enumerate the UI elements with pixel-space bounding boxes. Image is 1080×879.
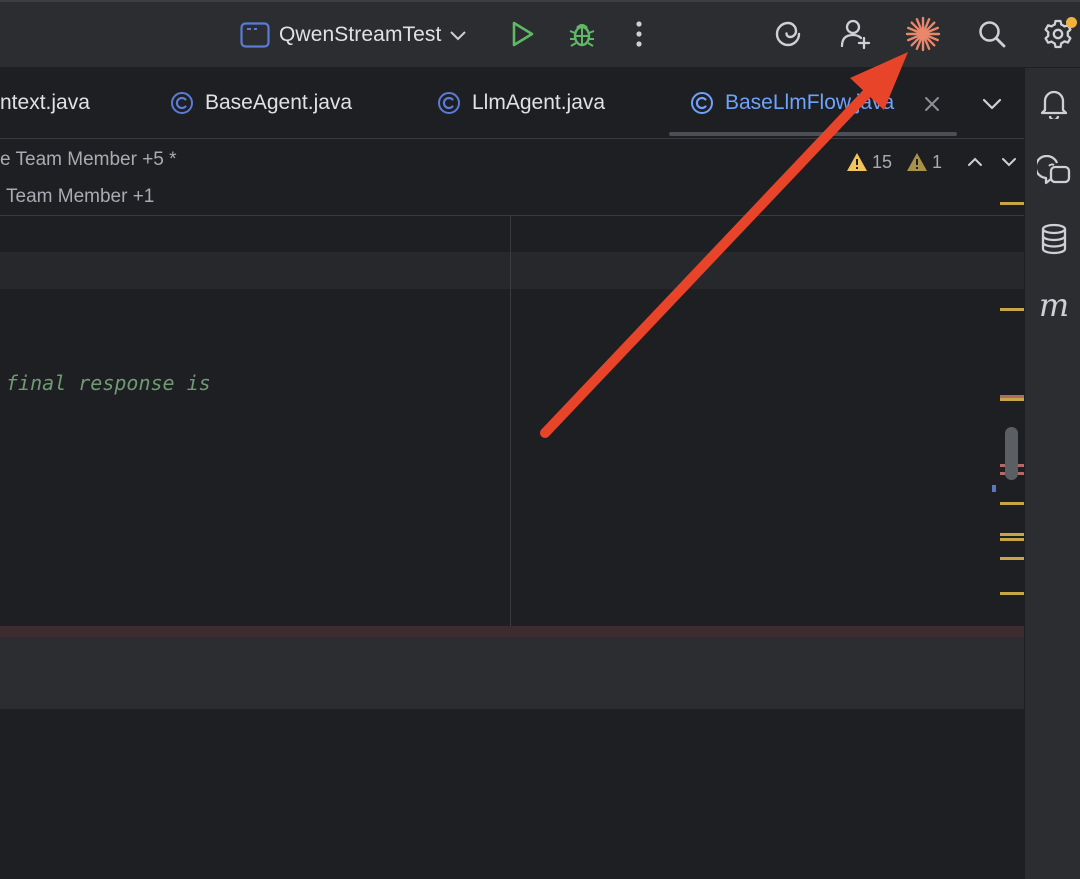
editor-scrollbar-thumb[interactable] [1005, 427, 1018, 480]
close-tab-button[interactable] [918, 90, 946, 118]
right-margin-guide [510, 216, 511, 637]
search-icon [979, 21, 1006, 48]
toolbar-top-border [0, 0, 1080, 2]
chat-icon [1037, 155, 1071, 185]
close-icon [925, 97, 939, 111]
sparkle-icon [905, 16, 941, 52]
ai-spark-button[interactable] [903, 14, 943, 54]
highlighted-line [0, 252, 1024, 289]
run-config-window-icon [240, 22, 270, 48]
tab-base-llm-flow-java[interactable]: BaseLlmFlow.java [690, 68, 894, 138]
warnings-count: 15 [872, 151, 893, 172]
chevron-up-icon[interactable] [964, 151, 986, 173]
notifications-button[interactable] [1037, 86, 1071, 120]
error-highlighted-line [0, 626, 1024, 637]
tab-llm-agent-java[interactable]: LlmAgent.java [437, 68, 605, 138]
code-editor[interactable]: e Team Member +5 * Team Member +1 15 1 f… [0, 139, 1024, 879]
editor-tab-strip: ntext.java BaseAgent.java LlmAgent.java … [0, 68, 1024, 139]
ai-chat-button[interactable] [1037, 154, 1071, 188]
tabs-dropdown-button[interactable] [978, 90, 1006, 118]
tab-base-agent-java[interactable]: BaseAgent.java [170, 68, 352, 138]
search-button[interactable] [972, 14, 1012, 54]
add-user-button[interactable] [836, 14, 876, 54]
run-button[interactable] [503, 14, 543, 54]
editor-separator [0, 215, 1024, 216]
chevron-down-icon [450, 31, 467, 41]
run-configuration-selector[interactable]: QwenStreamTest [240, 19, 467, 51]
warning-marker[interactable] [1000, 398, 1024, 401]
right-tool-window-bar: m [1024, 68, 1080, 879]
code-vision-authors[interactable]: e Team Member +5 * [0, 149, 177, 171]
java-class-icon [438, 92, 460, 114]
java-class-icon [691, 92, 713, 114]
inspection-widget[interactable]: 15 1 [846, 150, 1020, 174]
java-class-icon [171, 92, 193, 114]
spiral-icon [775, 21, 801, 47]
warning-icon [847, 153, 867, 171]
database-button[interactable] [1037, 222, 1071, 256]
bottom-panel-area [0, 637, 1024, 709]
tab-label: ntext.java [0, 91, 90, 114]
run-configuration-label: QwenStreamTest [279, 23, 442, 46]
weak-warning-icon [907, 153, 928, 171]
warning-marker[interactable] [1000, 202, 1024, 205]
tab-label: LlmAgent.java [472, 91, 606, 114]
debug-button[interactable] [562, 14, 602, 54]
active-tab-indicator [669, 132, 957, 136]
more-actions-button[interactable] [619, 14, 659, 54]
warning-marker[interactable] [1000, 538, 1024, 541]
weak-warnings-count: 1 [932, 151, 943, 172]
database-icon [1041, 223, 1067, 255]
bug-icon [569, 23, 595, 47]
maven-icon: m [1038, 286, 1070, 324]
ai-assistant-button[interactable] [768, 14, 808, 54]
code-vision-authors[interactable]: Team Member +1 [6, 186, 154, 208]
warning-marker[interactable] [1000, 533, 1024, 536]
add-user-icon [840, 19, 871, 50]
chevron-down-icon[interactable] [998, 151, 1020, 173]
warning-marker[interactable] [1000, 502, 1024, 505]
tab-context-java[interactable]: ntext.java [0, 68, 90, 138]
maven-button[interactable]: m [1037, 288, 1071, 322]
more-vertical-icon [636, 21, 642, 47]
warning-marker[interactable] [1000, 557, 1024, 560]
play-icon [512, 21, 534, 47]
main-toolbar: QwenStreamTest [0, 0, 1080, 68]
settings-button[interactable] [1038, 14, 1078, 54]
tab-label: BaseLlmFlow.java [725, 91, 895, 114]
code-comment: final response is [6, 371, 211, 395]
change-marker[interactable] [992, 485, 996, 492]
settings-notification-dot [1066, 17, 1077, 28]
warning-marker[interactable] [1000, 308, 1024, 311]
bell-icon [1040, 90, 1068, 119]
chevron-down-icon [982, 98, 1002, 110]
tab-label: BaseAgent.java [205, 91, 353, 114]
warning-marker[interactable] [1000, 592, 1024, 595]
